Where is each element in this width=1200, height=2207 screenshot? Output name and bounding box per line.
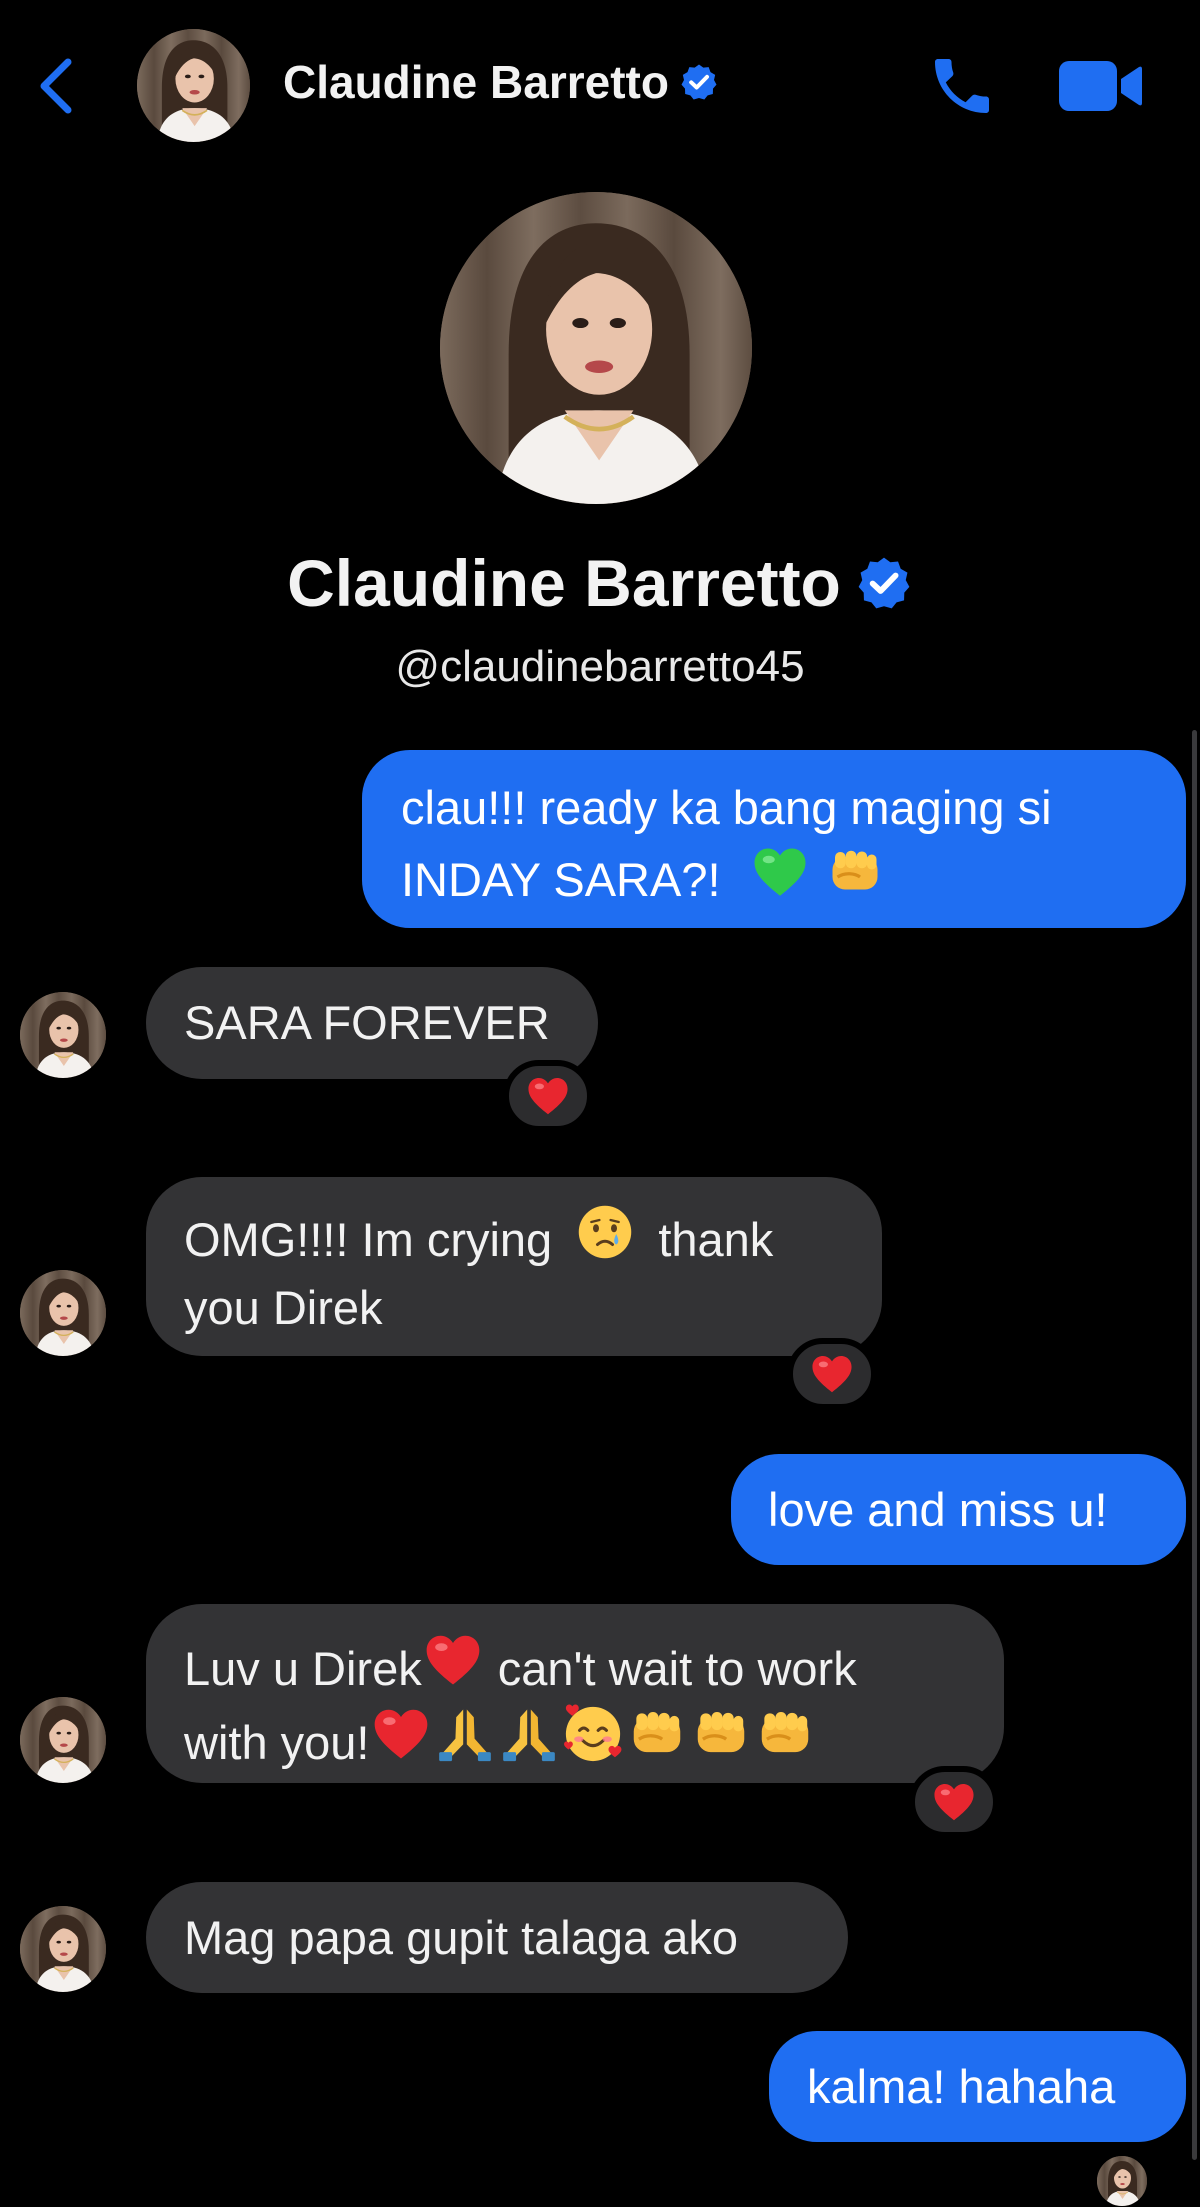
profile-handle: @claudinebarretto45 [395,642,805,691]
red-heart-icon [370,1703,432,1765]
message-text-line: INDAY SARA?! [401,842,1186,914]
message-text: thank [658,1213,774,1266]
sender-avatar[interactable] [20,1697,106,1783]
message-text: Luv u Direk [184,1642,422,1695]
scrollbar[interactable] [1192,730,1197,2160]
message-reaction[interactable] [503,1060,593,1132]
profile-name-text: Claudine Barretto [287,546,841,620]
header-avatar[interactable] [137,29,250,142]
message-bubble-outgoing[interactable]: love and miss u! [731,1454,1186,1565]
green-heart-icon [750,842,810,902]
message-text: kalma! hahaha [807,2060,1116,2113]
folded-hands-icon [434,1703,496,1765]
message-text-line: clau!!! ready ka bang maging si [401,781,1052,834]
profile-name: Claudine Barretto [0,545,1200,621]
message-text-line: OMG!!!! Im crying thank [184,1202,882,1274]
message-text: OMG!!!! Im crying [184,1213,553,1266]
oncoming-fist-icon [690,1703,752,1765]
message-bubble-incoming[interactable]: Mag papa gupit talaga ako [146,1882,848,1993]
voice-call-button[interactable] [926,50,998,122]
header-contact-name[interactable]: Claudine Barretto [283,55,719,109]
verified-badge-icon [855,554,913,612]
verified-badge-icon [679,62,719,102]
message-bubble-incoming[interactable]: OMG!!!! Im crying thank you Direk [146,1177,882,1356]
header-name-text: Claudine Barretto [283,56,669,108]
sender-avatar[interactable] [20,1270,106,1356]
video-camera-icon [1059,61,1142,111]
sender-avatar[interactable] [20,992,106,1078]
message-text-line: Luv u Direk can't wait to work [184,1629,1004,1703]
message-text: with you! [184,1716,370,1769]
profile-avatar[interactable] [440,192,752,504]
message-text-line: with you! [184,1703,1004,1777]
sender-avatar[interactable] [20,1906,106,1992]
crying-face-icon [575,1202,635,1262]
message-text: INDAY SARA?! [401,853,721,906]
back-button[interactable] [30,50,80,120]
phone-icon [935,59,989,113]
oncoming-fist-icon [754,1703,816,1765]
message-text-line: you Direk [184,1281,383,1334]
message-reaction[interactable] [787,1338,877,1410]
message-bubble-outgoing[interactable]: clau!!! ready ka bang maging si INDAY SA… [362,750,1186,928]
video-call-button[interactable] [1055,55,1145,117]
red-heart-icon [525,1073,571,1119]
chevron-left-icon [40,58,72,114]
message-text: can't wait to work [497,1642,857,1695]
red-heart-icon [931,1779,977,1825]
oncoming-fist-icon [626,1703,688,1765]
smiling-face-with-hearts-icon [562,1703,624,1765]
message-bubble-outgoing[interactable]: kalma! hahaha [769,2031,1186,2142]
seen-indicator-avatar [1097,2156,1147,2206]
message-text: SARA FOREVER [184,996,550,1049]
red-heart-icon [809,1351,855,1397]
oncoming-fist-icon [825,842,885,902]
message-reaction[interactable] [909,1766,999,1838]
red-heart-icon [422,1629,484,1691]
folded-hands-icon [498,1703,560,1765]
message-bubble-incoming[interactable]: Luv u Direk can't wait to work with you! [146,1604,1004,1783]
message-text: love and miss u! [768,1483,1108,1536]
message-text: Mag papa gupit talaga ako [184,1911,738,1964]
